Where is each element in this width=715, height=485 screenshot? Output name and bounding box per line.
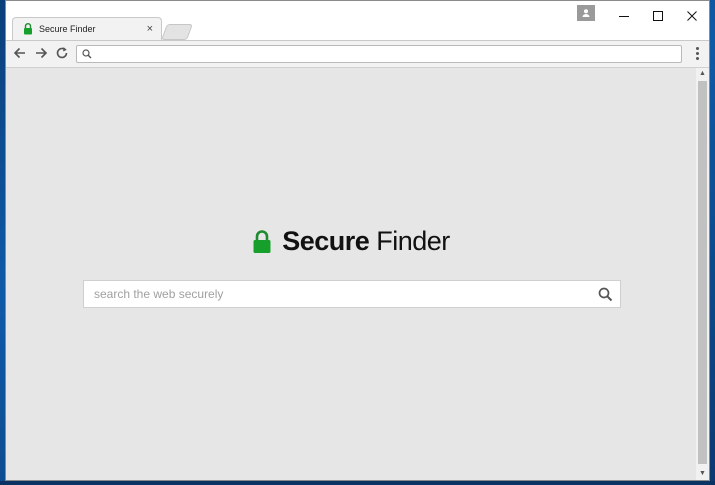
minimize-button[interactable] (607, 1, 641, 31)
lock-icon (23, 23, 33, 35)
browser-window: Secure Finder × Secure Finder search the… (5, 0, 710, 481)
logo-text-bold: Secure (282, 226, 370, 256)
tab-close-button[interactable]: × (147, 23, 153, 35)
person-icon (581, 8, 591, 18)
tab-title: Secure Finder (39, 24, 96, 34)
magnifier-icon (598, 287, 612, 301)
tab-secure-finder[interactable]: Secure Finder × (12, 17, 162, 41)
address-input[interactable] (92, 47, 681, 61)
arrow-right-icon (36, 47, 48, 59)
desktop-taskbar-edge (0, 481, 715, 485)
back-button[interactable] (12, 46, 28, 62)
reload-button[interactable] (54, 46, 70, 62)
search-icon (82, 49, 92, 59)
browser-menu-button[interactable] (695, 47, 699, 60)
maximize-button[interactable] (641, 1, 675, 31)
forward-button[interactable] (33, 46, 49, 62)
scroll-down-button[interactable]: ▼ (696, 468, 709, 480)
profile-button[interactable] (577, 5, 595, 21)
new-tab-button[interactable] (161, 24, 193, 40)
site-logo: Secure Finder (6, 226, 696, 257)
scroll-up-button[interactable]: ▲ (696, 68, 709, 80)
search-box (83, 280, 621, 308)
vertical-scrollbar[interactable]: ▲ ▼ (696, 68, 709, 480)
lock-icon (252, 229, 272, 254)
close-window-button[interactable] (675, 1, 709, 31)
three-dots-icon (695, 47, 699, 50)
search-input[interactable] (84, 286, 590, 302)
logo-text-normal: Finder (376, 226, 450, 256)
window-controls (577, 1, 709, 31)
logo-text: Secure Finder (282, 226, 450, 257)
page-content: Secure Finder (6, 68, 696, 480)
arrow-left-icon (13, 47, 25, 59)
scroll-thumb[interactable] (698, 81, 707, 464)
search-button[interactable] (590, 281, 620, 307)
reload-icon (56, 47, 68, 59)
address-bar[interactable] (76, 45, 682, 63)
title-bar: Secure Finder × (6, 1, 709, 41)
browser-toolbar (6, 40, 709, 68)
